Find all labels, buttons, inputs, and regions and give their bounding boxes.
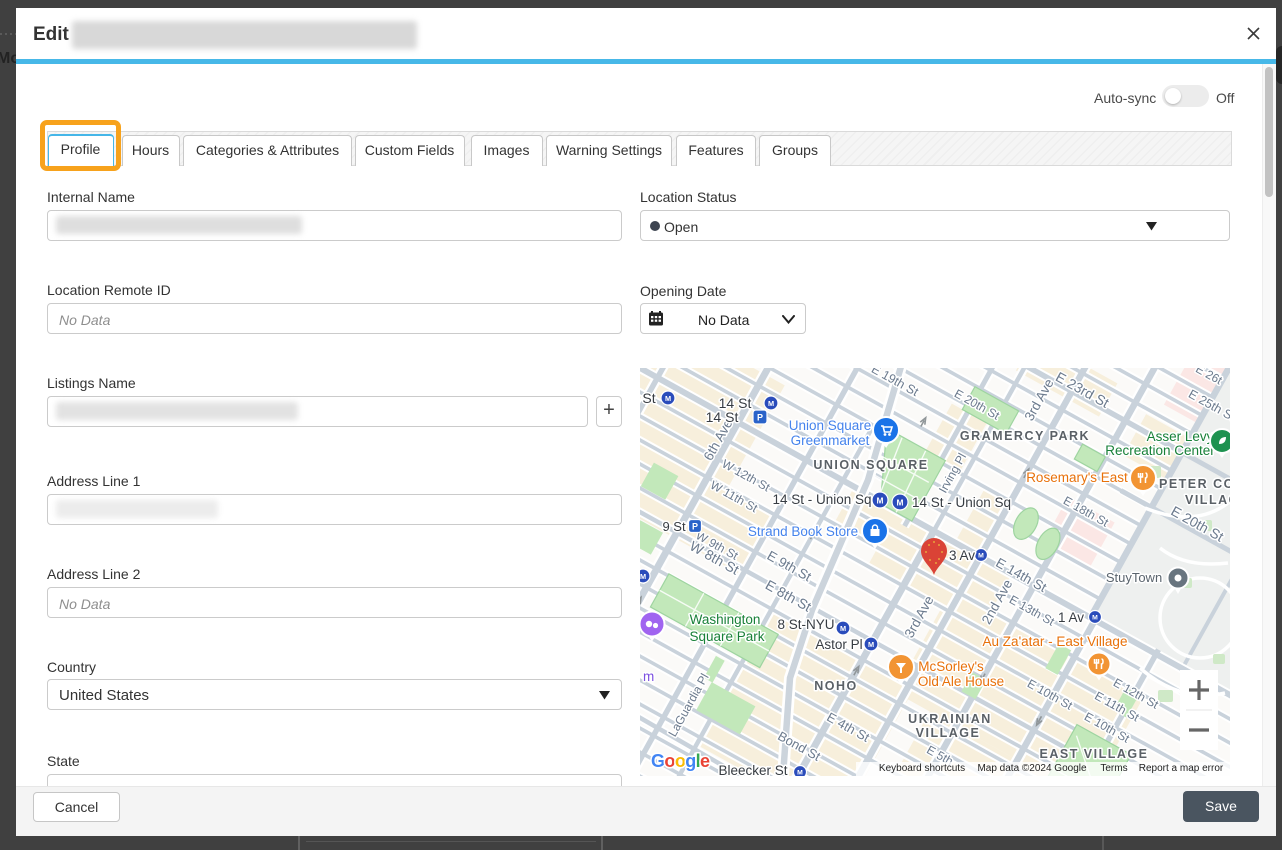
svg-text:Greenmarket: Greenmarket	[791, 433, 870, 448]
svg-text:M: M	[768, 399, 774, 408]
svg-text:Report a map error: Report a map error	[1139, 763, 1224, 774]
svg-text:Union Square: Union Square	[789, 418, 872, 433]
svg-text:UKRAINIAN: UKRAINIAN	[908, 712, 992, 726]
svg-text:M: M	[840, 624, 846, 633]
svg-text:Square Park: Square Park	[689, 629, 764, 644]
svg-text:UNION SQUARE: UNION SQUARE	[813, 458, 928, 472]
svg-text:1 Av: 1 Av	[1058, 610, 1084, 625]
svg-text:M: M	[897, 497, 904, 507]
svg-text:M: M	[868, 640, 874, 649]
svg-text:14 St - Union Sq: 14 St - Union Sq	[772, 492, 871, 507]
svg-text:P: P	[692, 522, 698, 532]
svg-text:VILLAG: VILLAG	[1185, 493, 1230, 507]
svg-text:M: M	[640, 572, 646, 581]
svg-text:StuyTown: StuyTown	[1106, 570, 1162, 585]
svg-text:McSorley's: McSorley's	[918, 659, 984, 674]
svg-text:St: St	[642, 390, 655, 406]
svg-text:Old Ale House: Old Ale House	[918, 674, 1004, 689]
svg-text:Washington: Washington	[690, 612, 761, 627]
svg-text:M: M	[877, 495, 884, 505]
svg-text:M: M	[665, 394, 671, 403]
svg-text:14 St - Union Sq: 14 St - Union Sq	[912, 495, 1011, 510]
svg-text:EAST VILLAGE: EAST VILLAGE	[1040, 747, 1149, 761]
svg-text:P: P	[757, 413, 763, 423]
svg-text:Rosemary's East: Rosemary's East	[1026, 470, 1128, 485]
svg-text:Asser Levy: Asser Levy	[1147, 429, 1214, 444]
svg-text:Recreation Center: Recreation Center	[1105, 443, 1215, 458]
svg-text:Keyboard shortcuts: Keyboard shortcuts	[879, 763, 965, 774]
svg-text:Bleecker St: Bleecker St	[718, 763, 787, 776]
svg-text:PETER CO: PETER CO	[1159, 477, 1230, 491]
svg-text:3 Av: 3 Av	[949, 548, 975, 563]
svg-text:M: M	[1092, 615, 1098, 622]
svg-text:VILLAGE: VILLAGE	[916, 726, 981, 740]
svg-text:Terms: Terms	[1100, 763, 1127, 774]
svg-text:M: M	[797, 770, 803, 776]
svg-text:Strand Book Store: Strand Book Store	[748, 524, 858, 539]
svg-text:Map data ©2024 Google: Map data ©2024 Google	[977, 763, 1087, 774]
svg-text:9 St: 9 St	[662, 519, 686, 534]
svg-text:Astor Pl: Astor Pl	[815, 637, 862, 652]
svg-text:Au Za'atar - East Village: Au Za'atar - East Village	[983, 634, 1128, 649]
svg-text:GRAMERCY PARK: GRAMERCY PARK	[960, 429, 1090, 443]
svg-text:NOHO: NOHO	[814, 679, 858, 693]
svg-text:m: m	[643, 669, 654, 684]
svg-text:Google: Google	[651, 751, 710, 771]
svg-text:14 St: 14 St	[706, 409, 739, 425]
svg-text:M: M	[978, 553, 984, 560]
svg-text:8 St-NYU: 8 St-NYU	[777, 617, 834, 632]
